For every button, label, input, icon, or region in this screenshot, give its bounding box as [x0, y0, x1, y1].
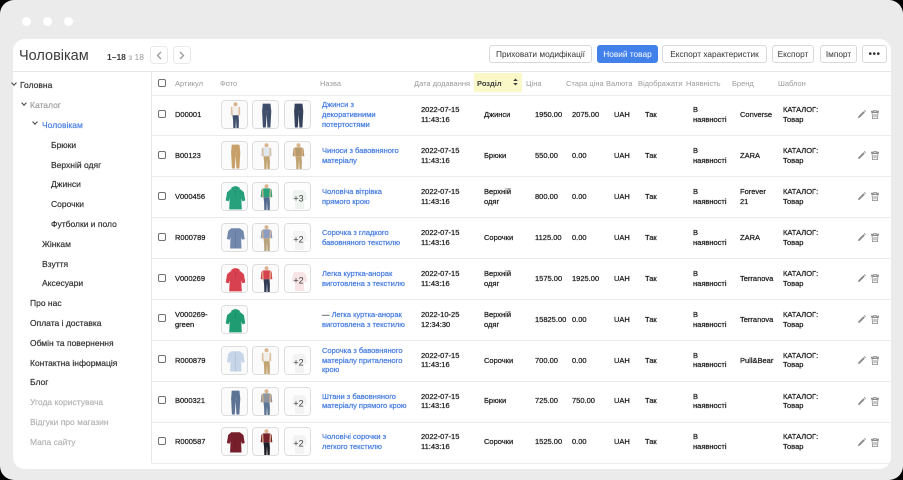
svg-text:+2: +2: [293, 439, 303, 449]
svg-text:+2: +2: [293, 275, 303, 285]
svg-text:+2: +2: [293, 357, 303, 367]
svg-text:+2: +2: [293, 398, 303, 408]
svg-text:+2: +2: [293, 235, 303, 245]
svg-text:+3: +3: [293, 194, 303, 204]
